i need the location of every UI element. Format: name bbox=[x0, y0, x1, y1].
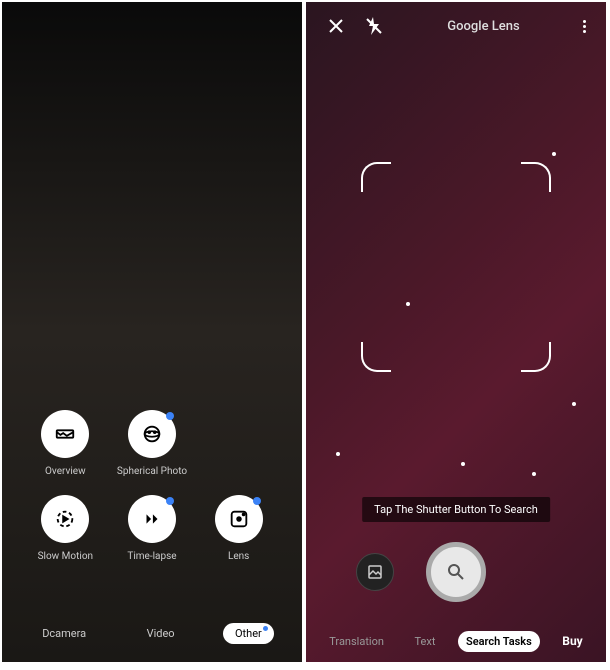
timelapse-icon bbox=[141, 508, 163, 530]
lens-icon bbox=[228, 508, 250, 530]
mode-spherical-label: Spherical Photo bbox=[117, 466, 187, 477]
google-lens-app: Google Lens Tap The Shutter Button To Se… bbox=[306, 2, 606, 662]
focus-point bbox=[336, 452, 340, 456]
tab-camera[interactable]: Dcamera bbox=[30, 623, 98, 644]
mode-timelapse-label: Time-lapse bbox=[127, 551, 176, 562]
mode-spherical[interactable]: Spherical Photo bbox=[109, 410, 196, 477]
mode-overview-label: Overview bbox=[45, 466, 86, 477]
close-icon[interactable] bbox=[326, 16, 346, 36]
mode-lens-label: Lens bbox=[228, 551, 249, 562]
mode-lens[interactable]: Lens bbox=[195, 495, 282, 562]
mode-slowmo[interactable]: Slow Motion bbox=[22, 495, 109, 562]
lens-topbar: Google Lens bbox=[306, 2, 606, 50]
lens-mode-text[interactable]: Text bbox=[407, 631, 444, 652]
lens-mode-buy[interactable]: Buy bbox=[554, 630, 590, 652]
camera-tabs: Dcamera Video Other bbox=[2, 623, 302, 644]
lens-title: Google Lens bbox=[402, 19, 565, 34]
focus-point bbox=[461, 462, 465, 466]
shutter-button[interactable] bbox=[426, 542, 486, 602]
gallery-button[interactable] bbox=[356, 553, 394, 591]
hint-tooltip: Tap The Shutter Button To Search bbox=[362, 497, 550, 522]
tab-video[interactable]: Video bbox=[135, 623, 187, 644]
viewfinder-frame bbox=[361, 162, 551, 372]
flash-off-icon[interactable] bbox=[364, 16, 384, 36]
lens-mode-translation[interactable]: Translation bbox=[321, 631, 392, 652]
focus-point bbox=[572, 402, 576, 406]
tab-other[interactable]: Other bbox=[223, 623, 274, 644]
lens-mode-search[interactable]: Search Tasks bbox=[458, 631, 540, 652]
panorama-icon bbox=[54, 423, 76, 445]
slowmo-icon bbox=[54, 508, 76, 530]
lens-modes: Translation Text Search Tasks Buy bbox=[306, 630, 606, 652]
mode-slowmo-label: Slow Motion bbox=[38, 551, 93, 562]
mode-timelapse[interactable]: Time-lapse bbox=[109, 495, 196, 562]
sphere-icon bbox=[141, 423, 163, 445]
image-icon bbox=[367, 564, 383, 580]
focus-point bbox=[406, 302, 410, 306]
focus-point bbox=[552, 152, 556, 156]
more-menu-icon[interactable] bbox=[583, 20, 586, 33]
camera-app-left: Overview Spherical Photo Slow Motion Tim… bbox=[2, 2, 302, 662]
shutter-row bbox=[306, 542, 606, 602]
mode-overview[interactable]: Overview bbox=[22, 410, 109, 477]
search-icon bbox=[446, 562, 466, 582]
camera-modes-grid: Overview Spherical Photo Slow Motion Tim… bbox=[22, 410, 282, 562]
focus-point bbox=[532, 472, 536, 476]
